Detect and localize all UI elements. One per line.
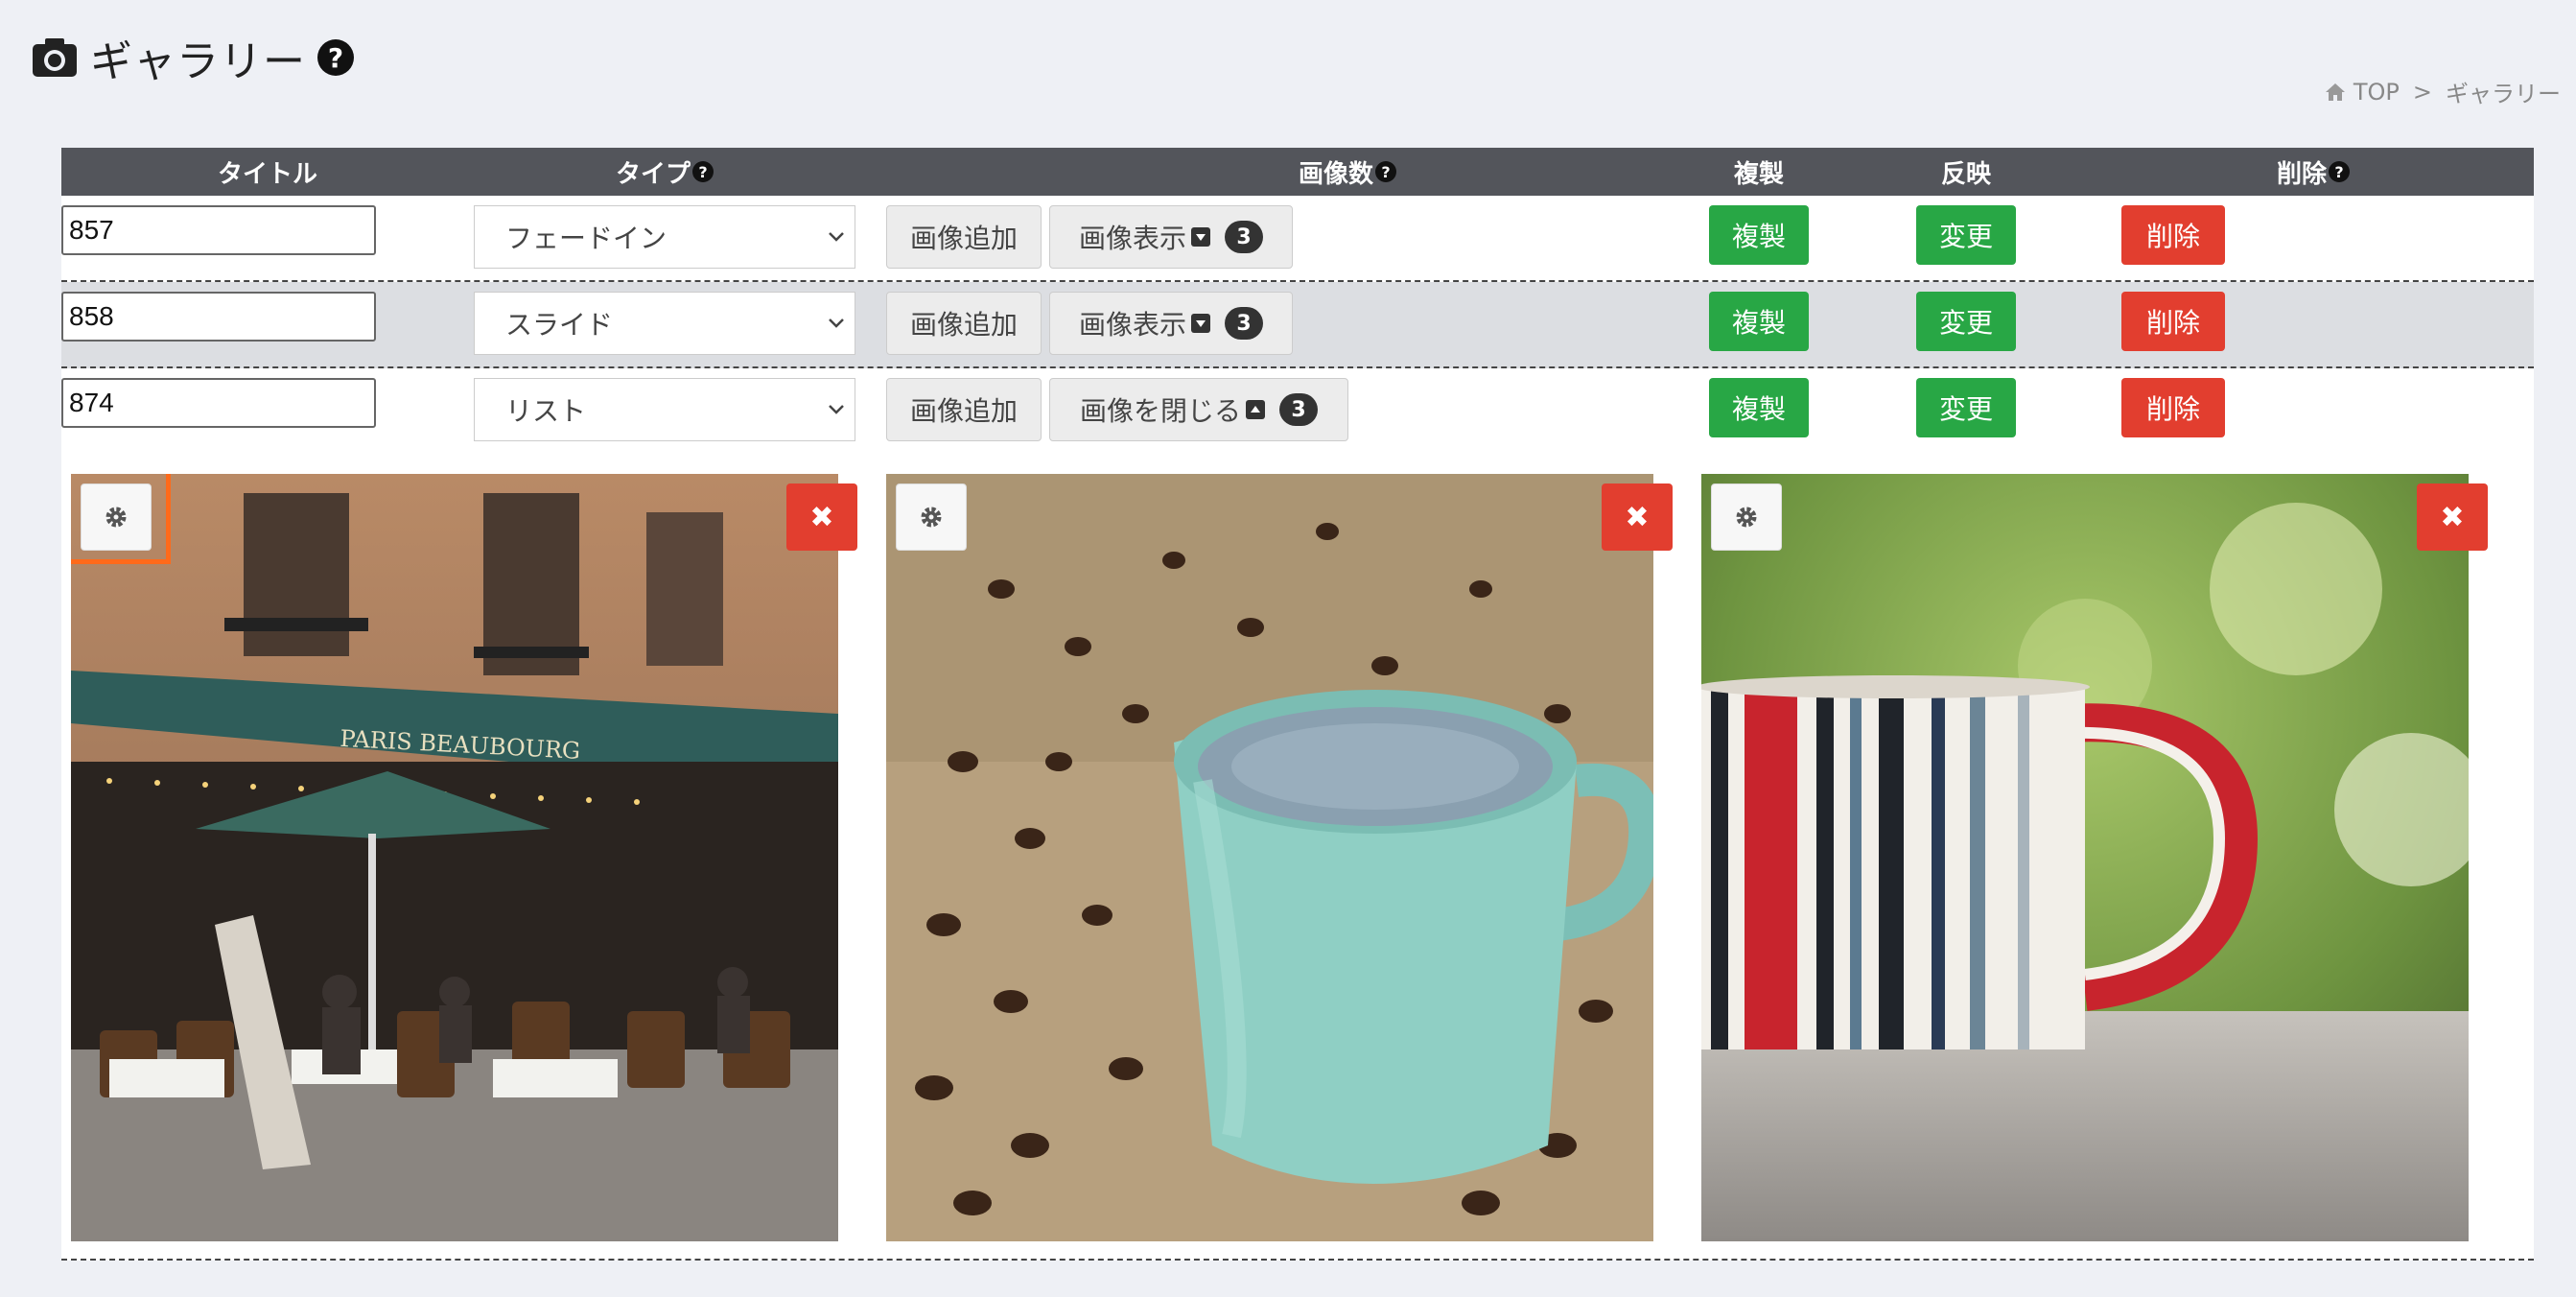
image-count-badge: 3 [1225,221,1263,253]
header-title: タイトル [61,148,474,196]
copy-button[interactable]: 複製 [1709,378,1809,437]
type-select[interactable]: スライド [474,292,855,355]
striped-mug-photo [1701,474,2469,1241]
header-type-label: タイプ [615,159,691,189]
show-images-label: 画像表示 [1078,309,1186,341]
delete-button[interactable]: 削除 [2121,292,2225,351]
delete-button[interactable]: 削除 [2121,378,2225,437]
header-image-count-label: 画像数 [1298,159,1373,189]
coffee-beans-cup-photo [886,474,1653,1241]
add-image-label: 画像追加 [909,395,1018,427]
show-images-label: 画像表示 [1078,223,1186,254]
gallery-image-card [1701,474,2469,1241]
gear-icon [1736,507,1757,528]
header-copy: 複製 [1709,148,1809,196]
paris-cafe-photo: PARIS BEAUBOURG [71,474,838,1241]
help-icon[interactable]: ? [692,161,714,182]
caret-square-up-icon [1246,400,1265,419]
type-select[interactable]: フェードイン [474,205,855,269]
chevron-down-icon [829,318,844,328]
title-input[interactable] [61,292,376,342]
apply-button[interactable]: 変更 [1916,378,2016,437]
help-icon[interactable]: ? [2329,161,2350,182]
title-input[interactable] [61,205,376,255]
gear-icon [921,507,942,528]
type-select-value: フェードイン [505,223,667,254]
gallery-table: タイトル タイプ ? 画像数 ? 複製 反映 削除 ? フェードイン 画像追加 [61,148,2534,1261]
gallery-image-card [886,474,1653,1241]
header-title-label: タイトル [217,159,317,189]
breadcrumb: TOP > ギャラリー [2325,75,2561,108]
type-select-value: リスト [505,395,587,427]
page-title: ギャラリー [90,37,306,86]
help-icon[interactable]: ? [317,39,354,76]
show-images-button[interactable]: 画像表示 3 [1049,292,1293,355]
header-type: タイプ ? [474,148,855,196]
gear-icon [105,507,127,528]
apply-button[interactable]: 変更 [1916,205,2016,265]
header-image-count: 画像数 ? [886,148,1809,196]
type-select[interactable]: リスト [474,378,855,441]
copy-button[interactable]: 複製 [1709,292,1809,351]
add-image-button[interactable]: 画像追加 [886,205,1042,269]
image-settings-button[interactable] [896,483,967,551]
close-images-label: 画像を閉じる [1079,395,1241,427]
caret-square-down-icon [1191,227,1210,247]
title-input[interactable] [61,378,376,428]
add-image-button[interactable]: 画像追加 [886,378,1042,441]
table-header: タイトル タイプ ? 画像数 ? 複製 反映 削除 ? [61,148,2534,196]
image-count-badge: 3 [1225,307,1263,340]
home-icon [2325,83,2345,101]
breadcrumb-home[interactable]: TOP [2354,79,2400,106]
image-delete-button[interactable]: ✖ [786,483,857,551]
copy-button[interactable]: 複製 [1709,205,1809,265]
image-settings-button[interactable] [81,483,152,551]
chevron-down-icon [829,405,844,414]
table-row: リスト 画像追加 画像を閉じる 3 複製 変更 削除 [61,368,2534,455]
header-delete: 削除 ? [2121,148,2505,196]
header-apply: 反映 [1916,148,2016,196]
page-header: ギャラリー ? [31,29,354,86]
image-settings-button[interactable] [1711,483,1782,551]
chevron-down-icon [829,232,844,242]
delete-button[interactable]: 削除 [2121,205,2225,265]
header-delete-label: 削除 [2276,159,2327,189]
image-delete-button[interactable]: ✖ [2417,483,2488,551]
type-select-value: スライド [505,309,614,341]
breadcrumb-separator: > [2412,78,2432,106]
add-image-button[interactable]: 画像追加 [886,292,1042,355]
show-images-button[interactable]: 画像表示 3 [1049,205,1293,269]
image-gallery: PARIS BEAUBOURG ✖ ✖ ✖ [61,455,2534,1261]
image-delete-button[interactable]: ✖ [1602,483,1673,551]
header-apply-label: 反映 [1940,159,1991,189]
table-row: スライド 画像追加 画像表示 3 複製 変更 削除 [61,282,2534,368]
caret-square-down-icon [1191,314,1210,333]
table-row: フェードイン 画像追加 画像表示 3 複製 変更 削除 [61,196,2534,282]
header-copy-label: 複製 [1733,159,1784,189]
gallery-image-card: PARIS BEAUBOURG [71,474,838,1241]
camera-icon [33,38,77,77]
image-count-badge: 3 [1279,393,1318,426]
help-icon[interactable]: ? [1375,161,1396,182]
add-image-label: 画像追加 [909,223,1018,254]
breadcrumb-current: ギャラリー [2446,81,2561,107]
close-images-button[interactable]: 画像を閉じる 3 [1049,378,1348,441]
add-image-label: 画像追加 [909,309,1018,341]
apply-button[interactable]: 変更 [1916,292,2016,351]
